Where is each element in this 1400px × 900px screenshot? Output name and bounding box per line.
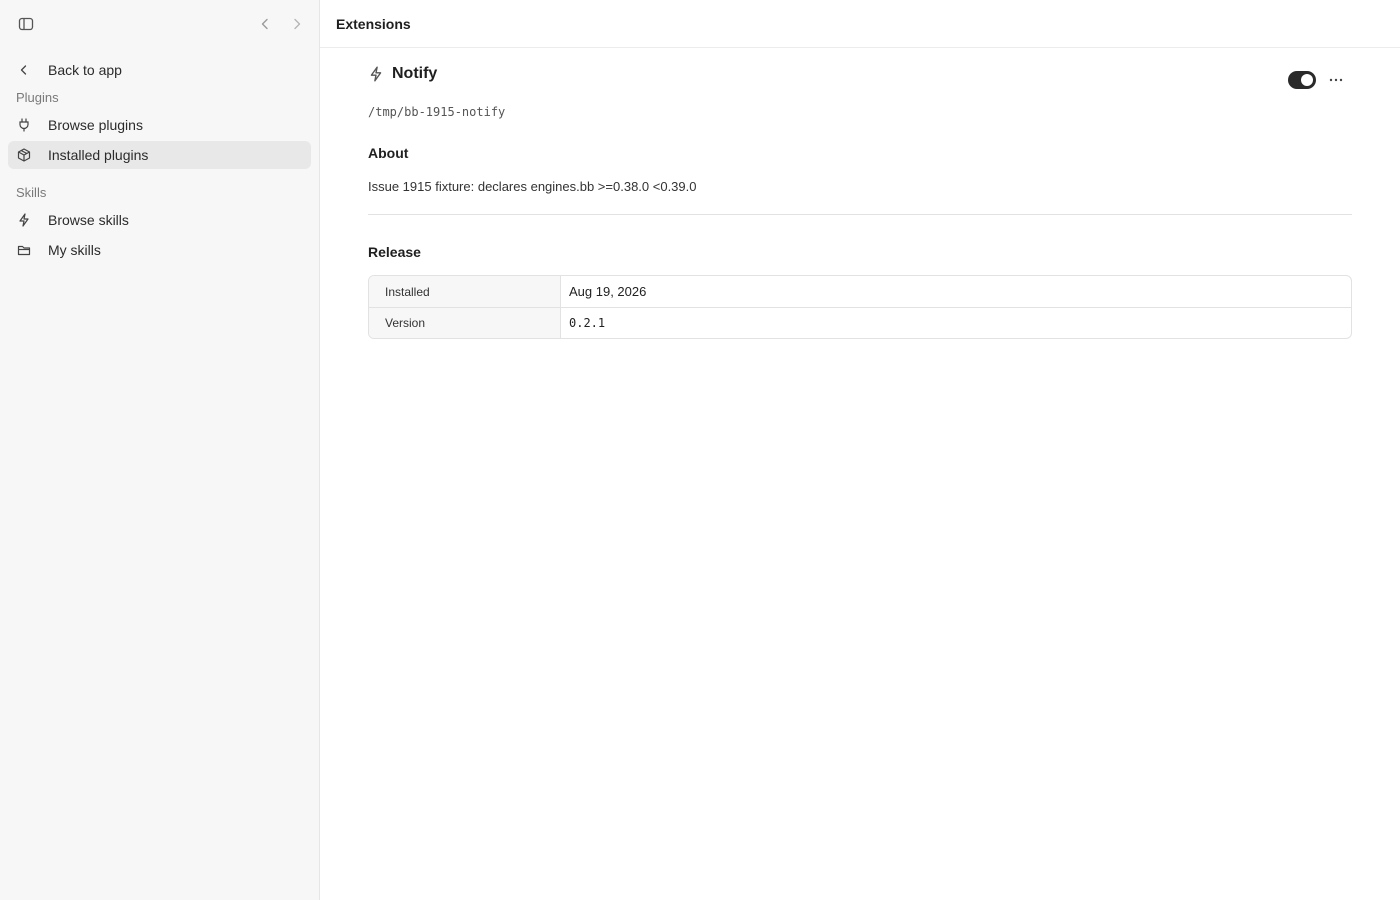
table-row: Version 0.2.1: [369, 307, 1351, 338]
page-title: Extensions: [320, 0, 1400, 48]
extension-name: Notify: [392, 65, 438, 82]
sidebar: Back to app Plugins Browse plugins Insta…: [0, 0, 320, 900]
about-description: Issue 1915 fixture: declares engines.bb …: [368, 179, 697, 194]
more-options-icon[interactable]: [1324, 68, 1348, 92]
extension-enabled-toggle[interactable]: [1288, 71, 1316, 89]
about-heading: About: [368, 145, 409, 161]
divider: [368, 214, 1352, 215]
sidebar-item-label: Browse skills: [48, 212, 129, 228]
table-row: Installed Aug 19, 2026: [369, 276, 1351, 307]
sidebar-toggle-icon[interactable]: [14, 12, 38, 36]
plugins-section-label: Plugins: [16, 89, 59, 105]
release-heading: Release: [368, 244, 421, 260]
sidebar-item-label: Installed plugins: [48, 147, 149, 163]
extension-title-row: Notify: [368, 48, 1352, 104]
skills-section-label: Skills: [16, 184, 47, 200]
sidebar-item-installed-plugins[interactable]: Installed plugins: [8, 141, 311, 169]
folder-icon: [16, 242, 32, 258]
extension-detail: Notify /tmp/bb-1915-notify About Issue 1…: [368, 48, 1352, 339]
lightning-icon: [368, 66, 384, 82]
toggle-knob: [1301, 74, 1313, 86]
sidebar-item-browse-skills[interactable]: Browse skills: [8, 206, 311, 234]
plug-icon: [16, 117, 32, 133]
sidebar-nav: Back to app Plugins Browse plugins Insta…: [8, 56, 311, 264]
release-value-version: 0.2.1: [569, 316, 606, 330]
release-table: Installed Aug 19, 2026 Version 0.2.1: [368, 275, 1352, 339]
back-to-app-label: Back to app: [48, 62, 122, 78]
sidebar-item-label: Browse plugins: [48, 117, 143, 133]
main-panel: Extensions Notify /tmp/bb-1915-notify Ab…: [320, 0, 1400, 900]
app-window: Back to app Plugins Browse plugins Insta…: [0, 0, 1400, 900]
sidebar-topbar: [0, 0, 319, 48]
release-value-installed: Aug 19, 2026: [569, 284, 647, 299]
chevron-left-icon: [16, 62, 32, 78]
forward-arrow-icon[interactable]: [285, 12, 309, 36]
back-to-app-link[interactable]: Back to app: [8, 56, 311, 84]
sidebar-item-label: My skills: [48, 242, 101, 258]
release-key-installed: Installed: [369, 276, 561, 307]
release-key-version: Version: [369, 308, 561, 338]
sidebar-item-my-skills[interactable]: My skills: [8, 236, 311, 264]
back-arrow-icon[interactable]: [253, 12, 277, 36]
extension-path: /tmp/bb-1915-notify: [368, 105, 506, 119]
package-icon: [16, 147, 32, 163]
sidebar-item-browse-plugins[interactable]: Browse plugins: [8, 111, 311, 139]
lightning-icon: [16, 212, 32, 228]
